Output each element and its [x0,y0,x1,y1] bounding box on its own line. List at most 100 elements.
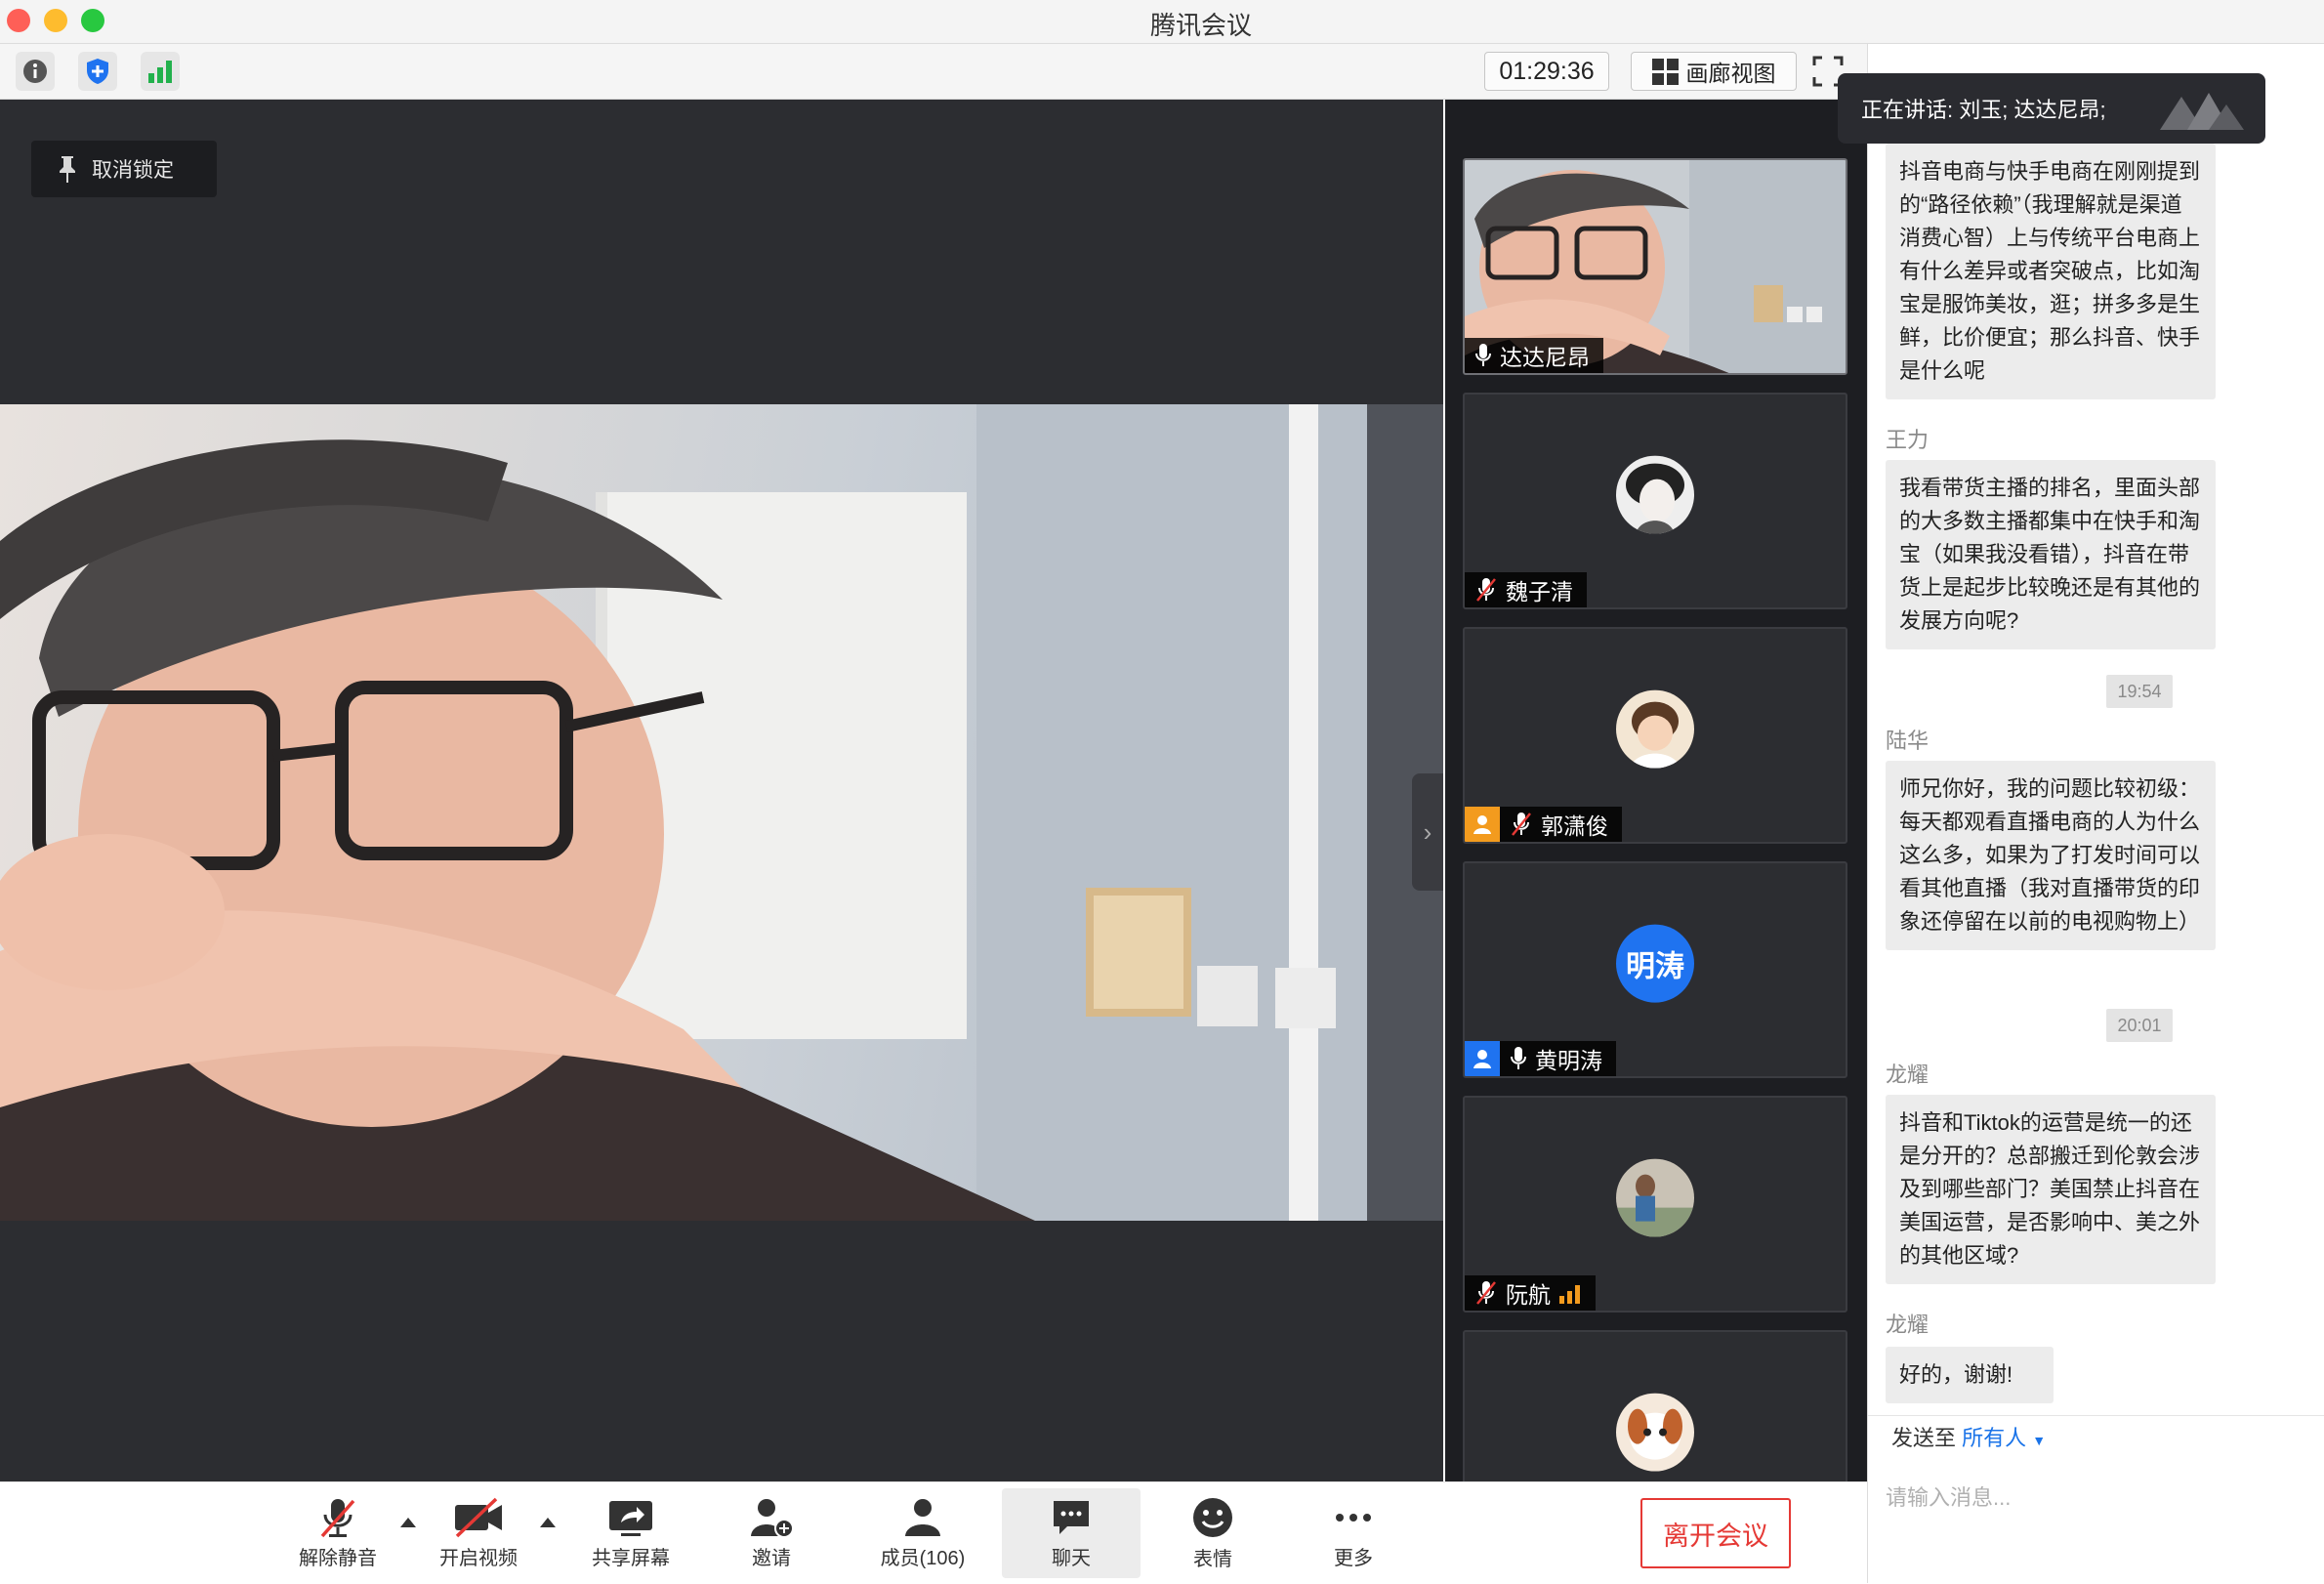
pin-icon [60,156,75,183]
emoji-button[interactable]: 表情 [1164,1488,1262,1578]
unlock-pin-button[interactable]: 取消锁定 [31,141,217,197]
microphone-icon [1511,1047,1526,1069]
chat-message: 好的，谢谢! [1886,1347,2054,1403]
members-icon [905,1498,940,1536]
main-video-stage: 取消锁定 › [0,100,1443,1481]
security-button[interactable] [78,52,117,91]
window-titlebar: 腾讯会议 [0,0,2324,44]
chat-panel: 抖音电商与快手电商在刚刚提到的“路径依赖”（我理解就是渠道消费心智）上与传统平台… [1867,44,2324,1583]
more-dots-icon [1336,1513,1371,1521]
gallery-view-button[interactable]: 画廊视图 [1631,52,1797,91]
participant-avatar [1616,689,1694,769]
start-video-label: 开启视频 [439,1547,518,1569]
chat-sender: 王力 [1886,428,1930,452]
participant-avatar [1616,1393,1694,1472]
leave-meeting-button[interactable]: 离开会议 [1640,1498,1791,1568]
emoji-label: 表情 [1193,1548,1232,1570]
participant-tile[interactable] [1463,1330,1847,1481]
participant-name: 达达尼昂 [1500,345,1590,370]
chat-message: 抖音和Tiktok的运营是统一的还是分开的？总部搬迁到伦敦会涉及到哪些部门？美国… [1886,1095,2216,1284]
host-badge [1465,1041,1500,1076]
person-icon [1473,1050,1491,1068]
weak-signal-icon [1559,1285,1580,1304]
participant-name: 黄明涛 [1535,1048,1602,1073]
chat-message-input[interactable] [1884,1476,2307,1521]
participant-avatar [1616,1158,1694,1237]
active-speakers-banner: 正在讲话: 刘玉; 达达尼昂; [1838,73,2265,144]
chevron-right-icon: › [1423,816,1432,847]
participant-gallery: 达达尼昂 魏子清 郭潇俊 明涛 黄明涛 阮航 [1445,100,1867,1481]
speaker-video-frame [0,404,1443,1221]
members-label: 成员(106) [880,1547,966,1569]
meeting-controls: 解除静音 开启视频 共享屏幕 邀请 成员(106) 聊天 表情 更多 离开会议 [0,1481,1867,1584]
emoji-smile-icon [1193,1497,1232,1537]
send-to-target[interactable]: 所有人 [1962,1426,2026,1450]
microphone-muted-icon [320,1498,355,1537]
invite-button[interactable]: 邀请 [723,1488,820,1578]
send-to-label: 发送至 [1891,1426,1957,1450]
microphone-muted-icon [1476,1281,1496,1305]
participant-avatar-text: 明涛 [1616,924,1694,1003]
network-status-button[interactable] [141,52,180,91]
chat-message: 抖音电商与快手电商在刚刚提到的“路径依赖”（我理解就是渠道消费心智）上与传统平台… [1886,144,2216,399]
caret-down-icon: ▼ [2032,1433,2047,1448]
speaker-video [0,404,1443,1221]
signal-bars-icon [148,61,172,83]
meeting-info-button[interactable] [16,52,55,91]
start-video-button[interactable]: 开启视频 [430,1488,527,1578]
chat-timestamp: 20:01 [2106,1009,2173,1042]
shield-icon [87,59,108,84]
person-icon [1473,815,1491,834]
unmute-label: 解除静音 [299,1547,377,1569]
add-user-icon [751,1498,794,1538]
chat-divider [1868,1415,2324,1416]
unmute-button[interactable]: 解除静音 [289,1488,387,1578]
participant-name: 魏子清 [1506,579,1573,604]
participant-name-tag: 阮航 [1465,1275,1596,1311]
more-button[interactable]: 更多 [1305,1488,1402,1578]
chat-sender: 龙耀 [1886,1063,1930,1087]
chat-message: 我看带货主播的排名，里面头部的大多数主播都集中在快手和淘宝（如果我没看错），抖音… [1886,460,2216,649]
participant-avatar [1616,455,1694,534]
meeting-toolbar: 01:29:36 画廊视图 [0,44,1867,100]
video-off-icon [455,1497,502,1537]
participant-tile[interactable]: 明涛 黄明涛 [1463,861,1847,1078]
microphone-muted-icon [1512,813,1531,836]
participant-tile[interactable]: 郭潇俊 [1463,627,1847,844]
participant-name: 郭潇俊 [1541,813,1608,839]
collapse-gallery-button[interactable]: › [1412,773,1443,891]
participant-tile[interactable]: 达达尼昂 [1463,158,1847,375]
meeting-timer: 01:29:36 [1484,52,1609,91]
microphone-icon [1475,344,1491,366]
participant-name-tag: 郭潇俊 [1500,807,1622,842]
gallery-view-label: 画廊视图 [1685,61,1776,86]
chat-sender: 陆华 [1886,729,1930,753]
audio-options-caret[interactable] [400,1518,416,1527]
chat-bubble-icon [1054,1500,1089,1534]
share-screen-label: 共享屏幕 [592,1547,670,1569]
microphone-muted-icon [1476,578,1496,602]
chat-button[interactable]: 聊天 [1002,1488,1141,1578]
participant-name-tag: 黄明涛 [1500,1041,1616,1076]
invite-label: 邀请 [752,1547,791,1569]
window-title: 腾讯会议 [1149,11,1252,40]
chat-label: 聊天 [1052,1547,1091,1569]
share-screen-icon [609,1500,652,1536]
chat-timestamp: 19:54 [2106,675,2173,708]
participant-name-tag: 达达尼昂 [1465,338,1603,373]
video-options-caret[interactable] [540,1518,556,1527]
chat-message: 师兄你好，我的问题比较初级：每天都观看直播电商的人为什么这么多，如果为了打发时间… [1886,761,2216,950]
participant-tile[interactable]: 魏子清 [1463,393,1847,609]
unlock-pin-label: 取消锁定 [92,159,174,182]
more-label: 更多 [1334,1547,1373,1569]
participant-name-tag: 魏子清 [1465,572,1587,607]
participant-tile[interactable]: 阮航 [1463,1096,1847,1313]
members-button[interactable]: 成员(106) [859,1488,986,1578]
chat-sender: 龙耀 [1886,1313,1930,1337]
share-screen-button[interactable]: 共享屏幕 [576,1488,685,1578]
send-to-selector[interactable]: 发送至 所有人 ▼ [1891,1421,2046,1452]
info-icon [23,60,47,83]
speaker-avatars-icon [2160,93,2244,130]
participant-name: 阮航 [1506,1282,1551,1308]
active-speakers-text: 正在讲话: 刘玉; 达达尼昂; [1861,98,2106,122]
